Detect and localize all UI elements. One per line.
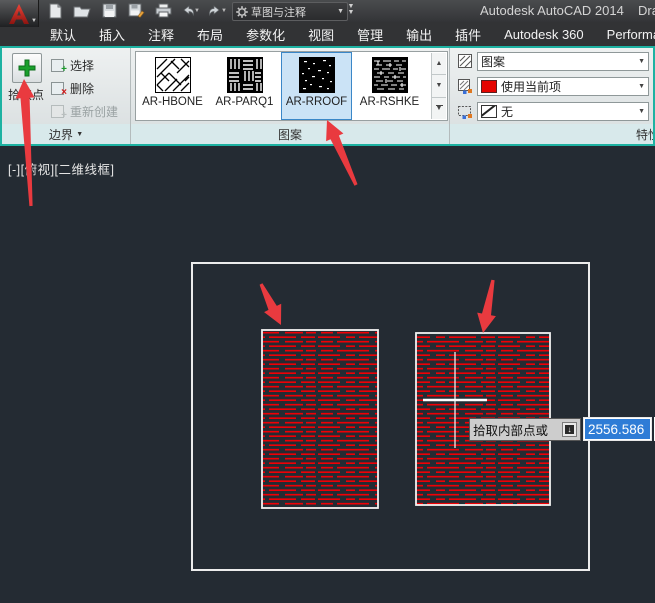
ar-rshke-thumbnail: [372, 57, 408, 93]
document-title: Dra: [638, 3, 655, 18]
ribbon-tab-bar: 默认 插入 注释 布局 参数化 视图 管理 输出 插件 Autodesk 360…: [0, 22, 655, 46]
tab-home[interactable]: 默认: [50, 25, 76, 44]
tab-output[interactable]: 输出: [406, 25, 432, 44]
ar-rroof-thumbnail: [299, 57, 335, 93]
tab-parametric[interactable]: 参数化: [246, 25, 285, 44]
open-folder-icon: [73, 3, 91, 18]
hatch-type-dropdown-arrow: ▼: [638, 58, 645, 65]
select-boundary-button[interactable]: + 选择: [51, 57, 94, 74]
hatch-color-dropdown[interactable]: 使用当前项 ▼: [477, 77, 649, 96]
workspace-label: 草图与注释: [251, 4, 306, 20]
transparency-icon: [457, 103, 474, 120]
properties-panel-title: 特性: [450, 124, 653, 144]
dynamic-input-tooltip: 拾取内部点或 ↓: [469, 418, 581, 441]
hatch-type-value: 图案: [481, 53, 505, 70]
tab-autodesk360[interactable]: Autodesk 360: [504, 27, 584, 42]
pick-points-label: 拾取点: [2, 86, 50, 103]
gear-icon: [236, 6, 248, 18]
hatch-color-row: 使用当前项 ▼: [457, 77, 649, 96]
hatch-color-dropdown-arrow: ▼: [638, 83, 645, 90]
toolbar-customize-button[interactable]: ▼▼: [345, 4, 357, 16]
pattern-item-ar-parq1[interactable]: AR-PARQ1: [209, 53, 280, 119]
current-color-swatch: [481, 80, 497, 93]
pick-points-button[interactable]: [12, 53, 42, 83]
tab-plugins[interactable]: 插件: [455, 25, 481, 44]
autocad-window: ▼ ▼ 草图与注释 ▼ ▼▼ Autodesk AutoCAD 2014 Dra…: [0, 0, 655, 603]
remove-label: 删除: [70, 80, 94, 97]
gallery-scroll-up-button[interactable]: ▲: [432, 53, 446, 75]
down-arrow-key-icon: ↓: [562, 422, 577, 437]
save-as-icon: [128, 3, 145, 18]
transparency-dropdown-arrow: ▼: [638, 108, 645, 115]
drawing-canvas[interactable]: [-][俯视][二维线框] 拾取内部点或 ↓: [0, 146, 655, 603]
pattern-item-ar-rshke[interactable]: AR-RSHKE: [354, 53, 425, 119]
workspace-dropdown-arrow: ▼: [337, 8, 344, 15]
remove-icon: ×: [51, 81, 66, 96]
recreate-label: 重新创建: [70, 103, 118, 120]
transparency-none-swatch: [481, 105, 497, 118]
redo-button[interactable]: ▼: [206, 1, 228, 20]
tab-layout[interactable]: 布局: [197, 25, 223, 44]
recreate-boundary-button: + 重新创建: [51, 103, 118, 120]
boundary-panel-title[interactable]: 边界 ▼: [2, 124, 130, 144]
printer-icon: [155, 3, 172, 18]
undo-button[interactable]: ▼: [179, 1, 201, 20]
hatch-color-value: 使用当前项: [501, 78, 561, 95]
gallery-scrollbar: ▲ ▼ ▼: [431, 53, 446, 119]
hatch-type-row: 图案 ▼: [457, 52, 649, 71]
select-label: 选择: [70, 57, 94, 74]
print-button[interactable]: [152, 1, 174, 20]
pattern-item-ar-rroof-selected[interactable]: AR-RROOF: [281, 52, 352, 120]
remove-boundary-button[interactable]: × 删除: [51, 80, 94, 97]
pattern-item-ar-hbone[interactable]: AR-HBONE: [137, 53, 208, 119]
redo-dropdown-arrow[interactable]: ▼: [221, 8, 227, 14]
save-icon: [102, 3, 117, 18]
dynamic-input-value: 2556.586: [585, 419, 650, 439]
transparency-value: 无: [501, 103, 513, 120]
boundary-panel-expand-icon: ▼: [76, 131, 83, 138]
new-file-icon: [48, 3, 63, 19]
app-title: Autodesk AutoCAD 2014: [480, 3, 624, 18]
ar-hbone-thumbnail: [155, 57, 191, 93]
hatch-creation-ribbon: 拾取点 + 选择 × 删除 + 重新创建 边界 ▼: [0, 46, 655, 146]
tab-insert[interactable]: 插入: [99, 25, 125, 44]
quick-access-toolbar: ▼ ▼: [44, 1, 228, 20]
hatch-color-icon: [457, 78, 474, 95]
hatch-pattern-gallery: AR-HBONE AR-PARQ1: [135, 51, 448, 121]
ar-parq1-thumbnail: [227, 57, 263, 93]
recreate-icon: +: [51, 104, 66, 119]
hatched-rectangle-left[interactable]: [262, 330, 378, 508]
hatch-type-dropdown[interactable]: 图案 ▼: [477, 52, 649, 71]
save-as-button[interactable]: [125, 1, 147, 20]
pick-points-plus-icon: [17, 58, 37, 78]
tab-performance[interactable]: Performance: [607, 27, 655, 42]
autocad-logo-icon: [7, 4, 31, 24]
pattern-panel-title: 图案: [131, 124, 449, 144]
tooltip-prompt-text: 拾取内部点或: [473, 420, 548, 439]
transparency-dropdown[interactable]: 无 ▼: [477, 102, 649, 121]
select-icon: +: [51, 58, 66, 73]
dynamic-input-field[interactable]: 2556.586: [583, 417, 652, 441]
tab-view[interactable]: 视图: [308, 25, 334, 44]
model-space: [0, 146, 655, 603]
tab-manage[interactable]: 管理: [357, 25, 383, 44]
gallery-expand-button[interactable]: ▼: [432, 98, 446, 119]
application-menu-button[interactable]: ▼: [0, 0, 39, 27]
tab-annotate[interactable]: 注释: [148, 25, 174, 44]
hatch-type-icon: [457, 53, 474, 70]
undo-dropdown-arrow[interactable]: ▼: [194, 8, 200, 14]
open-file-button[interactable]: [71, 1, 93, 20]
new-file-button[interactable]: [44, 1, 66, 20]
save-button[interactable]: [98, 1, 120, 20]
transparency-row: 无 ▼: [457, 102, 649, 121]
title-bar: ▼ ▼ 草图与注释 ▼ ▼▼ Autodesk AutoCAD 2014 Dra: [0, 0, 655, 22]
app-menu-caret: ▼: [31, 18, 37, 24]
workspace-switcher[interactable]: 草图与注释 ▼: [232, 2, 348, 21]
gallery-scroll-down-button[interactable]: ▼: [432, 75, 446, 97]
